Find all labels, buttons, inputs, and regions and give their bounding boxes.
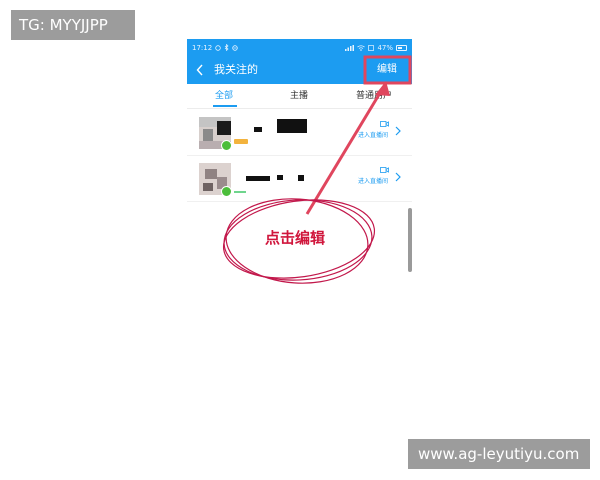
watermark-bottom-text: www.ag-leyutiyu.com (418, 445, 580, 463)
callout-text: 点击编辑 (265, 229, 326, 247)
watermark-bottom: www.ag-leyutiyu.com (408, 439, 590, 469)
annotation-arrow-line (305, 87, 385, 215)
edit-highlight-box (363, 55, 412, 85)
